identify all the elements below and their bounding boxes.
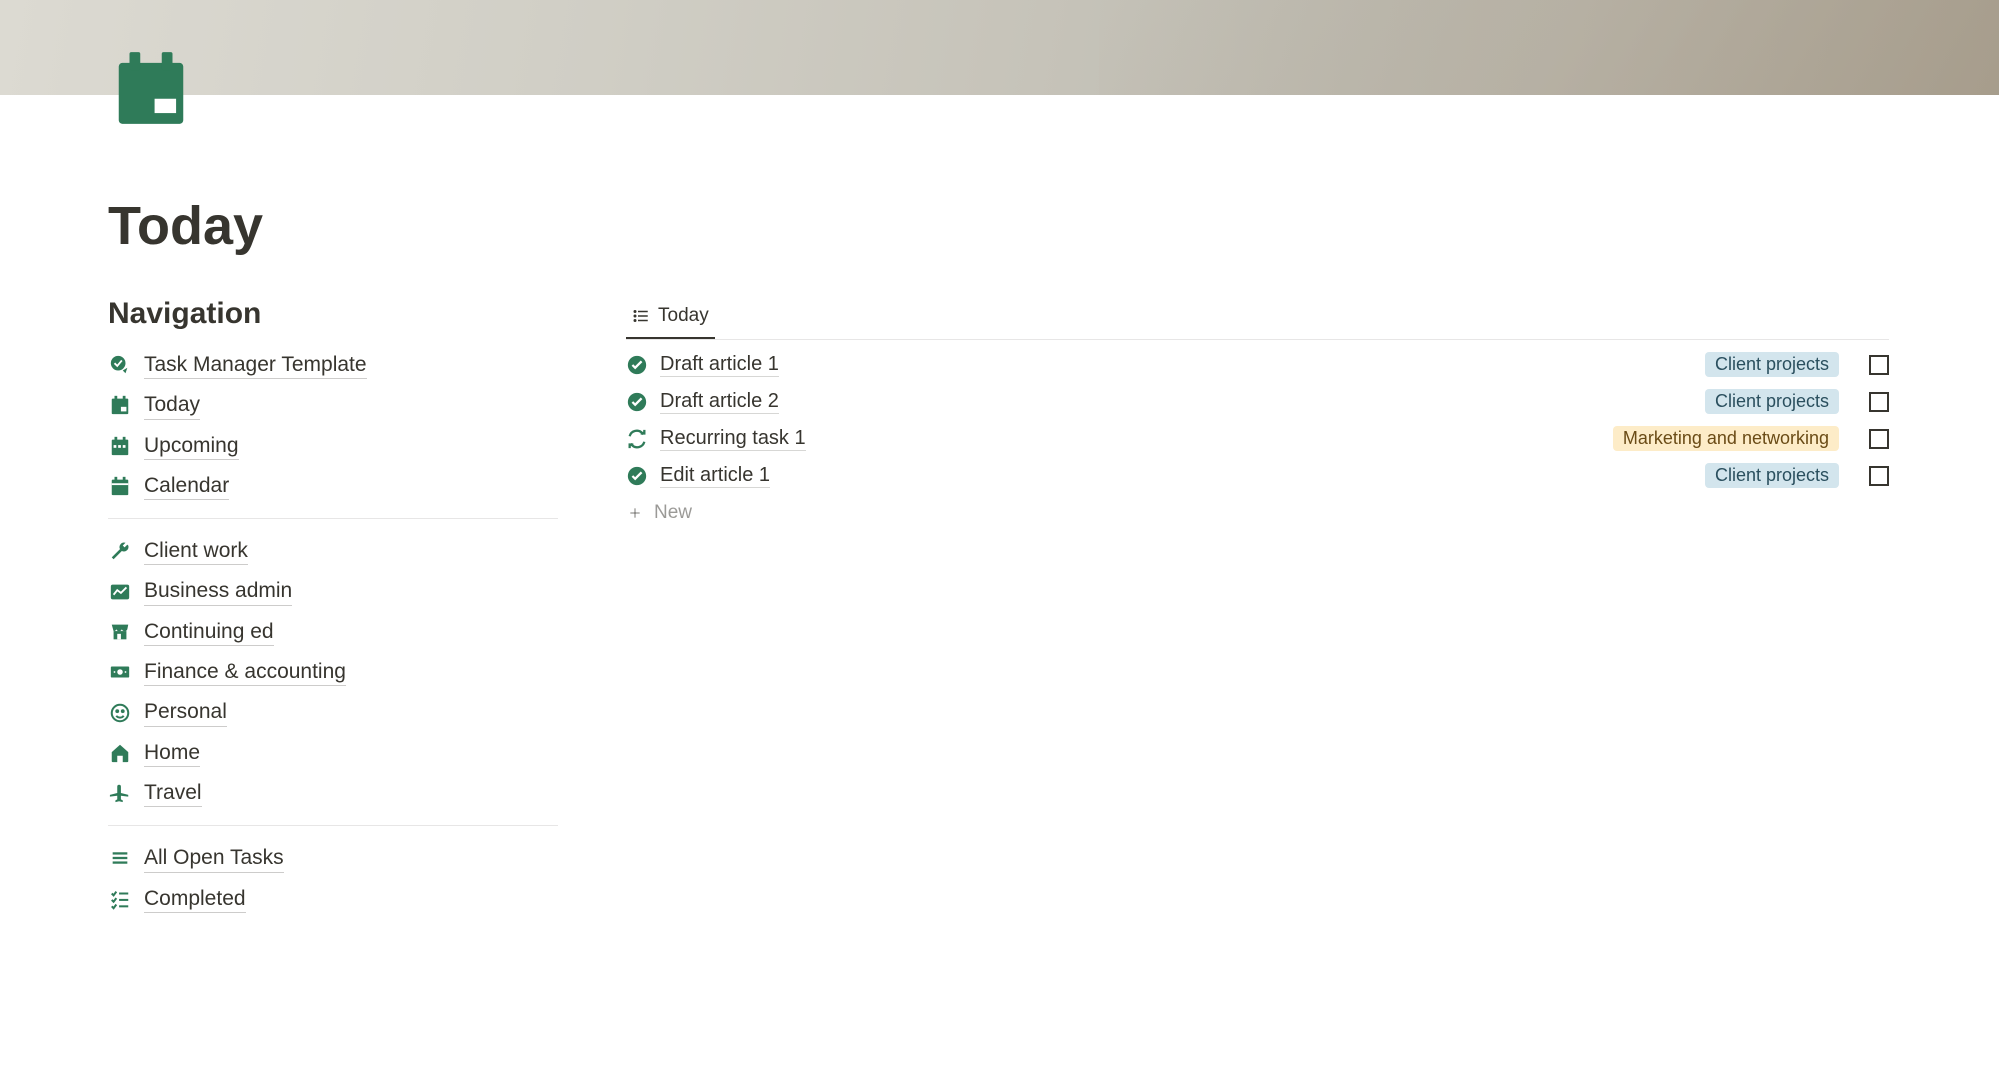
task-checkbox[interactable] [1869, 355, 1889, 375]
home-icon [108, 741, 132, 765]
divider [108, 518, 558, 519]
task-checkbox[interactable] [1869, 392, 1889, 412]
calendar-icon [108, 474, 132, 498]
face-icon [108, 701, 132, 725]
check-circle-icon [626, 391, 648, 413]
nav-item[interactable]: All Open Tasks [108, 838, 558, 878]
task-title[interactable]: Draft article 2 [660, 390, 779, 414]
view-tabs: Today [626, 297, 1889, 340]
navigation-sidebar: Navigation Task Manager Template Today Upc… [108, 297, 558, 919]
nav-item-label: All Open Tasks [144, 844, 284, 872]
chart-icon [108, 580, 132, 604]
nav-item[interactable]: Personal [108, 692, 558, 732]
tab-label: Today [658, 305, 709, 327]
check-circle-icon [626, 465, 648, 487]
nav-item-label: Completed [144, 885, 246, 913]
new-task-label: New [654, 502, 692, 524]
main-content: Today Draft article 1Client projectsDraf… [626, 297, 1889, 524]
nav-item[interactable]: Calendar [108, 466, 558, 506]
navigation-heading: Navigation [108, 297, 558, 331]
task-row[interactable]: Edit article 1 Client projects [626, 457, 1889, 494]
check-arrow-icon [108, 353, 132, 377]
nav-item[interactable]: Client work [108, 531, 558, 571]
nav-item[interactable]: Upcoming [108, 426, 558, 466]
cover-image [0, 0, 1999, 95]
nav-item[interactable]: Task Manager Template [108, 345, 558, 385]
nav-item[interactable]: Home [108, 733, 558, 773]
nav-item-label: Today [144, 391, 200, 419]
plane-icon [108, 781, 132, 805]
task-row[interactable]: Draft article 1 Client projects [626, 346, 1889, 383]
nav-item-label: Calendar [144, 472, 229, 500]
new-task-button[interactable]: New [626, 494, 1889, 524]
nav-item[interactable]: Today [108, 385, 558, 425]
nav-item-label: Finance & accounting [144, 658, 346, 686]
nav-item-label: Client work [144, 537, 248, 565]
nav-item[interactable]: Travel [108, 773, 558, 813]
task-row[interactable]: Recurring task 1 Marketing and networking [626, 420, 1889, 457]
page-title: Today [108, 95, 1889, 257]
nav-item-label: Task Manager Template [144, 351, 367, 379]
calendar-week-icon [108, 434, 132, 458]
tab-today[interactable]: Today [626, 297, 715, 339]
wrench-icon [108, 539, 132, 563]
page-icon [108, 45, 194, 131]
store-icon [108, 620, 132, 644]
task-checkbox[interactable] [1869, 466, 1889, 486]
nav-item[interactable]: Business admin [108, 571, 558, 611]
list-icon [632, 307, 650, 325]
task-tag: Marketing and networking [1613, 426, 1839, 451]
task-title[interactable]: Edit article 1 [660, 464, 770, 488]
plus-icon [626, 504, 644, 522]
task-tag: Client projects [1705, 389, 1839, 414]
task-title[interactable]: Draft article 1 [660, 353, 779, 377]
divider [108, 825, 558, 826]
money-icon [108, 660, 132, 684]
calendar-day-icon [108, 393, 132, 417]
task-row[interactable]: Draft article 2 Client projects [626, 383, 1889, 420]
task-checkbox[interactable] [1869, 429, 1889, 449]
list-lines-icon [108, 846, 132, 870]
nav-item-label: Upcoming [144, 432, 239, 460]
nav-item[interactable]: Completed [108, 879, 558, 919]
checklist-icon [108, 887, 132, 911]
nav-item[interactable]: Finance & accounting [108, 652, 558, 692]
task-tag: Client projects [1705, 463, 1839, 488]
repeat-icon [626, 428, 648, 450]
nav-item-label: Travel [144, 779, 202, 807]
check-circle-icon [626, 354, 648, 376]
task-tag: Client projects [1705, 352, 1839, 377]
nav-item-label: Business admin [144, 577, 292, 605]
task-list: Draft article 1Client projectsDraft arti… [626, 346, 1889, 494]
nav-item-label: Continuing ed [144, 618, 274, 646]
nav-item-label: Personal [144, 698, 227, 726]
nav-item[interactable]: Continuing ed [108, 612, 558, 652]
nav-item-label: Home [144, 739, 200, 767]
task-title[interactable]: Recurring task 1 [660, 427, 806, 451]
